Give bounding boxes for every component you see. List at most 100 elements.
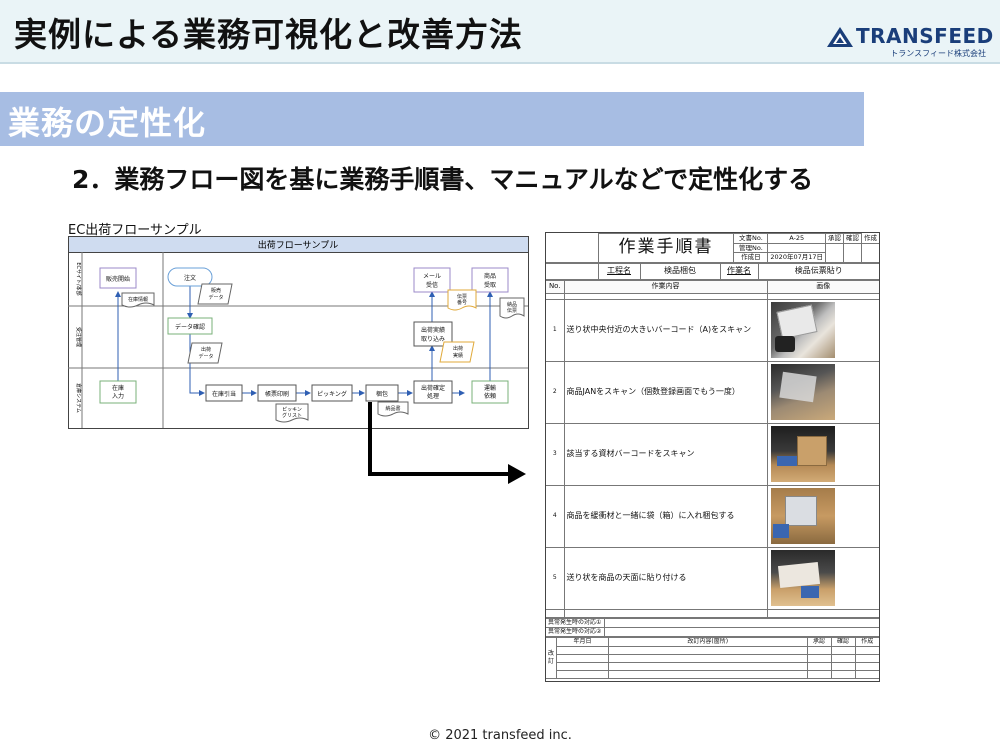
col-image-header: 画像 (766, 279, 879, 294)
doc-mgmt-number-label: 管理No. (733, 242, 769, 253)
doc-created-label: 作成日 (733, 252, 769, 263)
node-ship-confirm-label-2: 処理 (427, 392, 439, 400)
col-content-header: 作業内容 (563, 279, 768, 294)
doc-sales-data (197, 283, 233, 305)
flow-title: 出荷フローサンプル (258, 239, 339, 251)
step-image-cell (766, 298, 879, 362)
step-row: 5 送り状を商品の天面に貼り付ける (546, 546, 879, 610)
step-image-cell (766, 546, 879, 610)
doc-approval-label: 承認 (825, 233, 844, 244)
doc-ship-data-label-1: 出荷 (201, 346, 211, 353)
node-carrier-request-label-2: 依頼 (484, 392, 496, 400)
doc-ship-data (187, 342, 223, 364)
step-image-cell (766, 484, 879, 548)
doc-title: 作業手順書 (597, 233, 735, 263)
doc-picking-list-label-2: グリスト (282, 412, 302, 419)
doc-number-value: A-25 (767, 233, 826, 244)
step-photo (770, 550, 835, 606)
doc-ship-data-label-2: データ (198, 353, 213, 360)
revision-approval-header: 承認 (806, 636, 832, 647)
step-row: 4 商品を緩衝材と一緒に袋（箱）に入れ梱包する (546, 484, 879, 548)
node-ship-result-label-1: 出荷実績 (421, 326, 445, 334)
step-photo (770, 302, 835, 358)
node-order-label: 注文 (184, 274, 196, 282)
node-carrier-request-label-1: 運輸 (484, 384, 496, 392)
node-picking-label: ピッキング (317, 390, 347, 398)
step-photo (770, 364, 835, 420)
lane-label-ec: ECサイト/本部 (75, 262, 82, 295)
doc-header-table: 作業手順書 文書No. A-25 承認 確認 作成 管理No. 作成日 2020… (546, 233, 879, 263)
doc-slip-number-label-2: 番号 (457, 299, 467, 306)
node-stock-input-label-2: 入力 (112, 392, 124, 400)
section-title: 業務の定性化 (8, 104, 207, 142)
step-row: 1 送り状中央付近の大きいバーコード（A)をスキャン (546, 298, 879, 362)
step-image-cell (766, 360, 879, 424)
revision-author-header: 作成 (854, 636, 879, 647)
step-number: 4 (546, 484, 565, 548)
lane-label-order: 受注管理 (75, 327, 82, 347)
col-no-header: No. (546, 279, 565, 294)
doc-revision-table: 改訂 年月日 改訂内容(箇所) 承認 確認 作成 (546, 636, 879, 679)
node-data-check-label: データ確認 (175, 323, 205, 331)
doc-sales-data-label-2: データ (208, 294, 223, 301)
doc-process-label: 工程名 (597, 262, 641, 280)
step-text: 送り状中央付近の大きいバーコード（A)をスキャン (563, 298, 768, 362)
step-photo (770, 488, 835, 544)
node-stock-alloc-label: 在庫引当 (212, 390, 236, 398)
doc-ship-result-label-1: 出荷 (453, 345, 463, 352)
slide-header: 実例による業務可視化と改善方法 TRANSFEED トランスフィード株式会社 (0, 0, 1000, 64)
step-number: 3 (546, 422, 565, 486)
section-subtitle: 2．業務フロー図を基に業務手順書、マニュアルなどで定性化する (72, 165, 814, 194)
doc-ship-result-label-2: 実績 (453, 352, 463, 359)
step-text: 送り状を商品の天面に貼り付ける (563, 546, 768, 610)
doc-stock-info-label: 在庫情報 (128, 296, 148, 303)
logo-mountain-icon (827, 27, 853, 47)
node-packing-label: 梱包 (376, 390, 388, 398)
doc-ship-result (439, 341, 475, 363)
step-number: 5 (546, 546, 565, 610)
doc-task-label: 作業名 (719, 262, 759, 280)
doc-task-value: 検品伝票貼り (757, 262, 879, 280)
doc-slip-number-label-1: 伝票 (457, 293, 467, 300)
doc-steps-table: No. 作業内容 画像 1 送り状中央付近の大きいバーコード（A)をスキャン 2… (546, 279, 879, 618)
node-product-label-2: 受取 (484, 281, 496, 289)
revision-date-header: 年月日 (556, 636, 610, 647)
revision-confirm-header: 確認 (830, 636, 856, 647)
lane-label-warehouse: 倉庫システム (75, 383, 82, 413)
node-sales-start-label: 販売開始 (106, 275, 130, 283)
company-logo: TRANSFEED トランスフィード株式会社 (826, 24, 993, 60)
step-text: 該当する資材バーコードをスキャン (563, 422, 768, 486)
doc-sales-data-label-1: 販売 (211, 287, 221, 294)
step-number: 2 (546, 360, 565, 424)
copyright: © 2021 transfeed inc. (428, 728, 572, 743)
step-text: 商品を緩衝材と一緒に袋（箱）に入れ梱包する (563, 484, 768, 548)
node-product-label-1: 商品 (484, 272, 496, 280)
doc-number-label: 文書No. (733, 233, 769, 244)
doc-delivery-slip-label-1: 納品 (507, 301, 517, 308)
doc-created-value: 2020年07月17日 (767, 252, 826, 263)
node-ship-confirm-label-1: 出荷確定 (421, 384, 445, 392)
doc-delivery-slip-label-2: 伝票 (507, 307, 517, 314)
step-row: 3 該当する資材バーコードをスキャン (546, 422, 879, 486)
revision-side-label: 改訂 (546, 636, 557, 679)
node-stock-input-label-1: 在庫 (112, 384, 124, 392)
revision-content-header: 改訂内容(箇所) (608, 636, 808, 647)
doc-process-table: 工程名 検品梱包 作業名 検品伝票貼り (546, 262, 879, 280)
step-image-cell (766, 422, 879, 486)
step-row: 2 商品JANをスキャン（個数登録画面でもう一度） (546, 360, 879, 424)
logo-subtext: トランスフィード株式会社 (890, 49, 986, 58)
doc-confirm-label: 確認 (843, 233, 862, 244)
step-photo (770, 426, 835, 482)
work-procedure-document: 作業手順書 文書No. A-25 承認 確認 作成 管理No. 作成日 2020… (545, 232, 880, 682)
flow-to-manual-arrow (368, 402, 526, 484)
doc-process-value: 検品梱包 (639, 262, 721, 280)
node-mail-label-2: 受信 (426, 281, 438, 289)
abnormal-response-2: 異常発生時の対応② (546, 626, 605, 637)
slide-title: 実例による業務可視化と改善方法 (14, 15, 524, 54)
abnormal-response-1: 異常発生時の対応① (546, 617, 605, 628)
step-text: 商品JANをスキャン（個数登録画面でもう一度） (563, 360, 768, 424)
doc-abnormal-table: 異常発生時の対応① 異常発生時の対応② (546, 617, 879, 637)
node-mail-label-1: メール (423, 273, 441, 280)
node-ship-result-label-2: 取り込み (421, 335, 445, 343)
step-number: 1 (546, 298, 565, 362)
